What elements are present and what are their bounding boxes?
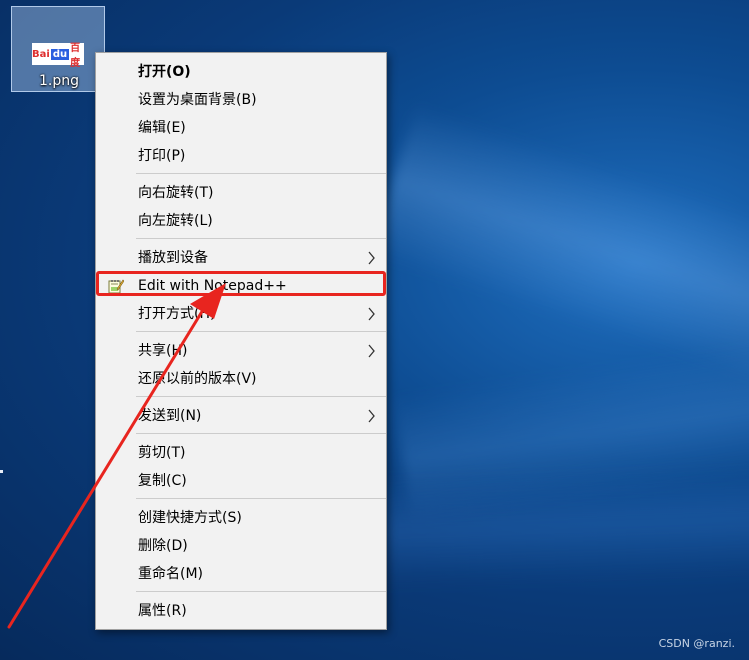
desktop-artifact [0,470,3,473]
annotation-arrow [7,283,226,629]
watermark-text: CSDN @ranzi. [658,637,735,650]
